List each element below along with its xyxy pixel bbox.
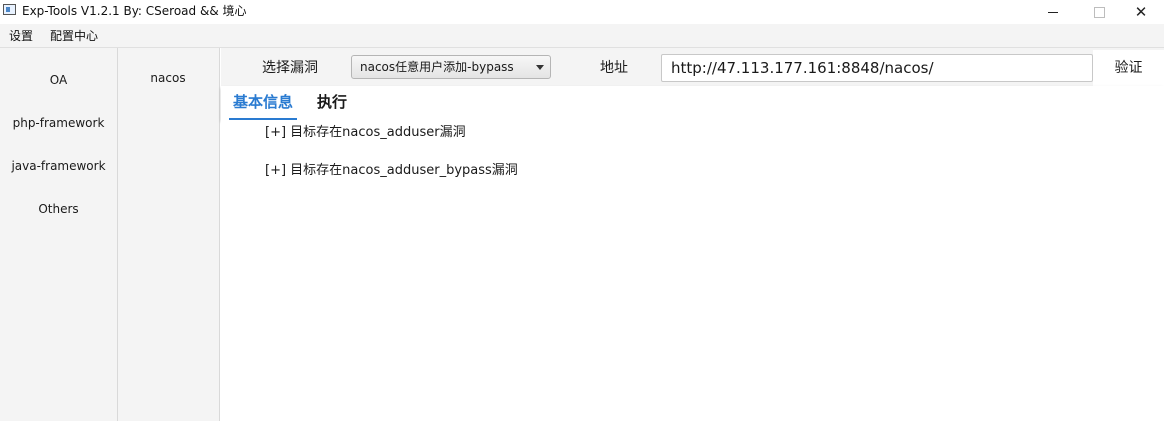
category-item-oa[interactable]: OA [0,65,117,95]
menu-bar: 设置 配置中心 [0,24,1164,48]
category-item-others[interactable]: Others [0,194,117,224]
menu-item-settings[interactable]: 设置 [9,28,33,44]
verify-button[interactable]: 验证 [1093,50,1164,86]
address-input[interactable] [661,54,1093,82]
output-panel: [+] 目标存在nacos_adduser漏洞 [+] 目标存在nacos_ad… [221,120,1164,421]
toolbar: 选择漏洞 nacos任意用户添加-bypass 地址 验证 [221,48,1164,86]
minimize-icon [1048,11,1058,13]
window-title: Exp-Tools V1.2.1 By: CSeroad && 境心 [22,4,247,18]
address-label: 地址 [600,60,628,76]
subcategory-list: nacos [118,48,220,421]
vuln-select-label: 选择漏洞 [262,60,318,76]
output-line: [+] 目标存在nacos_adduser漏洞 [265,125,466,140]
tab-bar: 基本信息 执行 [221,86,1164,120]
close-icon: ✕ [1134,3,1148,21]
menu-item-config-center[interactable]: 配置中心 [50,28,98,44]
chevron-down-icon [536,65,544,70]
maximize-button[interactable] [1076,0,1122,24]
vuln-select[interactable]: nacos任意用户添加-bypass [351,55,551,79]
tab-execute[interactable]: 执行 [313,86,351,118]
vuln-select-value: nacos任意用户添加-bypass [360,60,514,74]
category-item-java-framework[interactable]: java-framework [0,151,117,181]
subcategory-item-nacos[interactable]: nacos [118,63,218,93]
title-bar: Exp-Tools V1.2.1 By: CSeroad && 境心 ✕ [0,0,1164,24]
output-line: [+] 目标存在nacos_adduser_bypass漏洞 [265,163,518,178]
maximize-icon [1093,6,1105,18]
app-window-icon [3,4,16,15]
tab-basic-info[interactable]: 基本信息 [229,86,298,120]
minimize-button[interactable] [1030,0,1076,24]
close-button[interactable]: ✕ [1118,0,1164,24]
category-item-php-framework[interactable]: php-framework [0,108,117,138]
category-list: OA php-framework java-framework Others [0,48,118,421]
